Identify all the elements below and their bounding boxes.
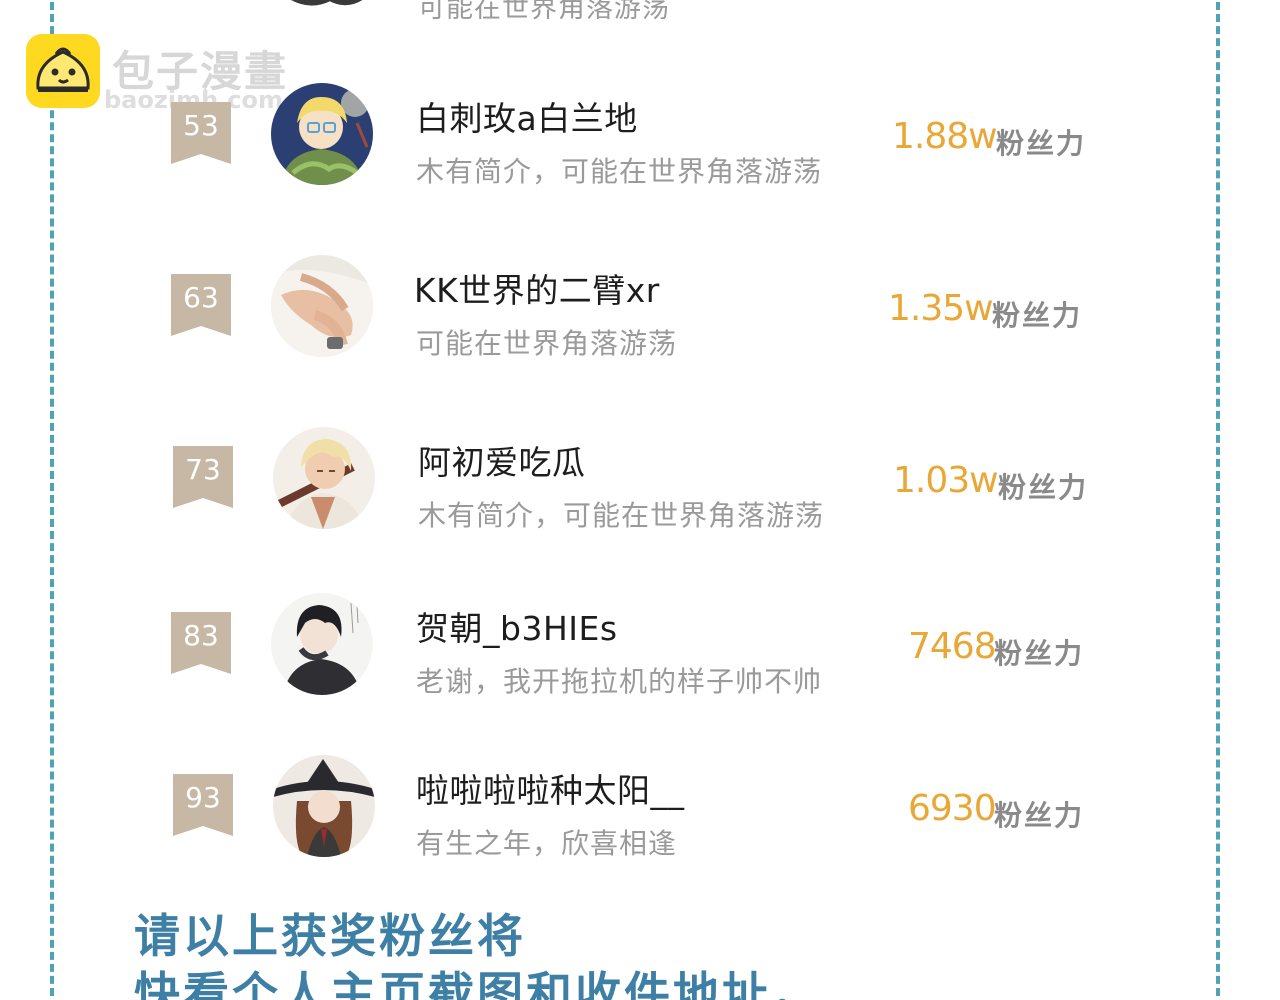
rank-number: 93 xyxy=(185,781,221,814)
user-bio: 木有简介，可能在世界角落游荡 xyxy=(416,155,823,188)
user-name[interactable]: 阿初爱吃瓜 xyxy=(418,436,586,484)
user-name[interactable]: 贺朝_b3HIEs xyxy=(416,602,618,650)
user-bio: 老谢，我开拖拉机的样子帅不帅 xyxy=(416,665,823,698)
fan-count: 1.03w xyxy=(893,460,999,501)
rank-number: 63 xyxy=(183,281,219,314)
user-avatar[interactable] xyxy=(271,593,373,695)
user-bio: 木有简介，可能在世界角落游荡 xyxy=(418,499,825,532)
avatar-fragment xyxy=(270,0,390,14)
rank-badge: 83 xyxy=(171,612,231,674)
user-avatar[interactable] xyxy=(271,83,373,185)
rank-number: 73 xyxy=(185,453,221,486)
user-name[interactable]: KK世界的二臂xr xyxy=(414,264,660,312)
fan-count: 6930 xyxy=(908,788,997,829)
rank-badge: 93 xyxy=(173,774,233,836)
ranking-row: 83 贺朝_b3HIEs 老谢，我开拖拉机的样子帅不帅 7468 粉丝力 xyxy=(0,590,1280,700)
ranking-row: 53 白刺玫a白兰地 木有简介，可能在世界角落游荡 1.88w 粉丝力 xyxy=(0,80,1280,190)
fan-label: 粉丝力 xyxy=(994,799,1085,832)
footer-instruction-line-1: 请以上获奖粉丝将 xyxy=(134,909,526,963)
previous-entry-bio: 可能在世界角落游荡 xyxy=(418,0,670,24)
footer-instruction-line-2: 快看个人主页截图和收件地址， xyxy=(134,967,820,1000)
user-avatar[interactable] xyxy=(273,427,375,529)
user-bio: 有生之年，欣喜相逢 xyxy=(416,827,678,860)
fan-count: 1.35w xyxy=(888,288,994,329)
fan-label: 粉丝力 xyxy=(992,299,1083,332)
user-name[interactable]: 白刺玫a白兰地 xyxy=(416,92,638,140)
rank-badge: 63 xyxy=(171,274,231,336)
ranking-row: 93 啦啦啦啦种太阳__ 有生之年，欣喜相逢 6930 粉丝力 xyxy=(0,752,1280,862)
rank-number: 53 xyxy=(183,109,219,142)
user-name[interactable]: 啦啦啦啦种太阳__ xyxy=(416,764,685,812)
rank-badge: 73 xyxy=(173,446,233,508)
fan-label: 粉丝力 xyxy=(996,127,1087,160)
user-avatar[interactable] xyxy=(271,255,373,357)
rank-badge: 53 xyxy=(171,102,231,164)
fan-count: 1.88w xyxy=(892,116,998,157)
fan-label: 粉丝力 xyxy=(998,471,1089,504)
fan-label: 粉丝力 xyxy=(994,637,1085,670)
fan-count: 7468 xyxy=(908,626,997,667)
rank-number: 83 xyxy=(183,619,219,652)
user-bio: 可能在世界角落游荡 xyxy=(416,327,678,360)
ranking-row: 73 阿初爱吃瓜 木有简介，可能在世界角落游荡 1.03w 粉丝力 xyxy=(0,424,1280,534)
ranking-row: 63 KK世界的二臂xr 可能在世界角落游荡 1.35w 粉丝力 xyxy=(0,252,1280,362)
user-avatar[interactable] xyxy=(273,755,375,857)
